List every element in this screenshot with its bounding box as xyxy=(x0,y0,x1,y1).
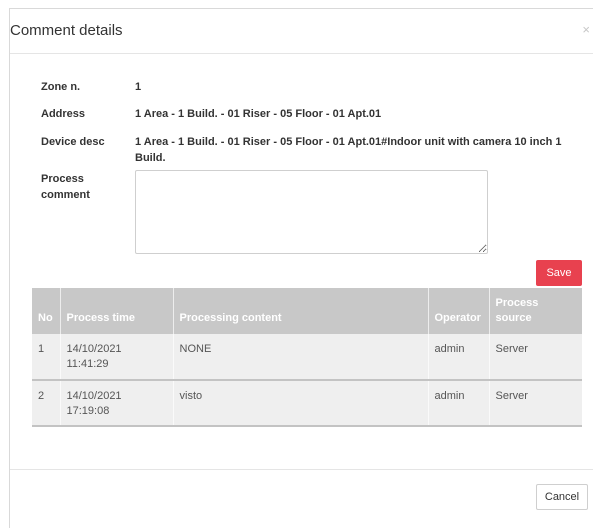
table-row[interactable]: 2 14/10/2021 17:19:08 visto admin Server xyxy=(32,380,582,427)
cell-process-source: Server xyxy=(489,334,582,381)
dialog-title: Comment details xyxy=(10,22,123,39)
process-comment-label-line1: Process xyxy=(41,173,84,185)
table-row[interactable]: 1 14/10/2021 11:41:29 NONE admin Server xyxy=(32,334,582,381)
process-comment-input[interactable] xyxy=(135,170,488,254)
zone-value: 1 xyxy=(135,81,142,93)
device-desc-label: Device desc xyxy=(41,136,105,148)
zone-label: Zone n. xyxy=(41,81,81,93)
cell-operator: admin xyxy=(428,380,490,427)
header-no: No xyxy=(32,288,61,334)
address-label: Address xyxy=(41,108,86,120)
dialog-header: Comment details × xyxy=(10,9,593,54)
cancel-button[interactable]: Cancel xyxy=(536,484,588,510)
comment-details-dialog: Comment details × Zone n. 1 Address 1 Ar… xyxy=(9,8,593,528)
close-icon[interactable]: × xyxy=(582,22,590,37)
cell-process-time: 14/10/2021 11:41:29 xyxy=(60,334,174,381)
cell-process-clock: 17:19:08 xyxy=(66,405,110,417)
cell-processing-content: visto xyxy=(173,380,429,427)
cell-no: 1 xyxy=(32,334,61,381)
save-button[interactable]: Save xyxy=(536,260,582,286)
header-process-source-line2: source xyxy=(495,312,532,324)
cell-operator: admin xyxy=(428,334,490,381)
device-desc-value-line1: 1 Area - 1 Build. - 01 Riser - 05 Floor … xyxy=(135,136,562,148)
header-operator: Operator xyxy=(428,288,490,334)
header-processing-content: Processing content xyxy=(173,288,429,334)
table-header-row: No Process time Processing content Opera… xyxy=(32,288,582,334)
cell-process-source: Server xyxy=(489,380,582,427)
footer-divider xyxy=(10,469,593,470)
cell-process-time: 14/10/2021 17:19:08 xyxy=(60,380,174,427)
address-value: 1 Area - 1 Build. - 01 Riser - 05 Floor … xyxy=(135,108,382,120)
process-history-table: No Process time Processing content Opera… xyxy=(32,288,582,427)
cell-process-date: 14/10/2021 xyxy=(66,343,122,355)
cell-process-date: 14/10/2021 xyxy=(66,390,122,402)
device-desc-value-line2: Build. xyxy=(135,152,166,164)
cell-no: 2 xyxy=(32,380,61,427)
header-process-source-line1: Process xyxy=(495,297,539,309)
header-process-source: Process source xyxy=(489,288,582,334)
cell-process-clock: 11:41:29 xyxy=(66,358,109,370)
cell-processing-content: NONE xyxy=(173,334,429,381)
header-process-time: Process time xyxy=(60,288,174,334)
process-comment-label-line2: comment xyxy=(41,189,90,201)
